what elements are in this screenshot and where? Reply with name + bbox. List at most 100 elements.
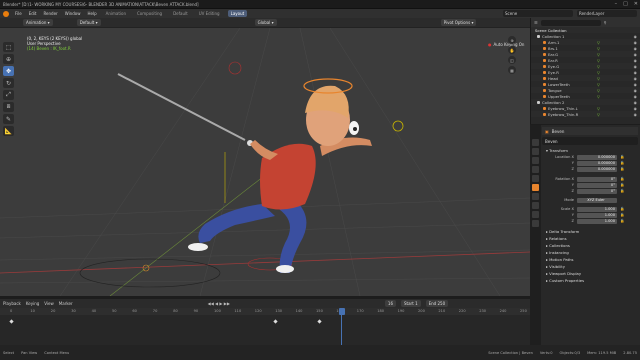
object-name-field[interactable]: Beven bbox=[542, 137, 638, 145]
lock-icon[interactable]: 🔓 bbox=[620, 161, 624, 165]
lock-icon[interactable]: 🔓 bbox=[620, 219, 624, 223]
orientation-dropdown[interactable]: Global ▾ bbox=[254, 19, 277, 26]
filter-icon[interactable]: ⚲ bbox=[604, 20, 607, 25]
start-frame-field[interactable]: Start 1 bbox=[401, 300, 421, 307]
timeline-menu-keying[interactable]: Keying bbox=[26, 301, 39, 306]
visibility-eye-icon[interactable]: ◉ bbox=[634, 76, 637, 81]
visibility-eye-icon[interactable]: ◉ bbox=[634, 88, 637, 93]
visibility-eye-icon[interactable]: ◉ bbox=[634, 46, 637, 51]
current-frame-field[interactable]: 16 bbox=[384, 300, 396, 307]
data-tab-icon[interactable] bbox=[532, 220, 539, 227]
3d-viewport[interactable] bbox=[0, 28, 530, 296]
visibility-eye-icon[interactable]: ◉ bbox=[634, 94, 637, 99]
lock-icon[interactable]: 🔓 bbox=[620, 213, 624, 217]
zoom-icon[interactable]: ⊕ bbox=[508, 36, 516, 44]
lock-icon[interactable]: 🔓 bbox=[620, 183, 624, 187]
pivot-dropdown[interactable]: Pivot Options ▾ bbox=[440, 19, 477, 26]
blender-logo-icon[interactable] bbox=[3, 10, 9, 17]
outliner-display-icon[interactable]: ☰ bbox=[534, 20, 538, 25]
grid-icon[interactable]: ▦ bbox=[508, 66, 516, 74]
playback-controls[interactable]: ◀◀ ◀ ▶ ▶▶ bbox=[208, 301, 230, 306]
transform-tool-icon[interactable]: ⧈ bbox=[3, 102, 14, 112]
visibility-eye-icon[interactable]: ◉ bbox=[634, 64, 637, 69]
output-tab-icon[interactable] bbox=[532, 157, 539, 164]
property-section-header[interactable]: ▸ Motion Paths bbox=[542, 256, 638, 263]
pan-icon[interactable]: ✋ bbox=[508, 46, 516, 54]
visibility-eye-icon[interactable]: ◉ bbox=[634, 82, 637, 87]
menu-render[interactable]: Render bbox=[42, 11, 58, 16]
annotate-tool-icon[interactable]: ✎ bbox=[3, 114, 14, 124]
measure-tool-icon[interactable]: 📐 bbox=[3, 126, 14, 136]
scale-z-field[interactable]: 1.000 bbox=[577, 218, 617, 224]
mode-dropdown[interactable]: Animation ▾ bbox=[23, 19, 53, 26]
constraint-tab-icon[interactable] bbox=[532, 211, 539, 218]
property-section-header[interactable]: ▸ Delta Transform bbox=[542, 228, 638, 235]
menu-help[interactable]: Help bbox=[86, 11, 97, 16]
visibility-eye-icon[interactable]: ◉ bbox=[634, 40, 637, 45]
tab-uv-editing[interactable]: UV Editing bbox=[196, 10, 223, 17]
modifier-tab-icon[interactable] bbox=[532, 193, 539, 200]
property-section-header[interactable]: ▸ Instancing bbox=[542, 249, 638, 256]
rotation-z-field[interactable]: 0° bbox=[577, 188, 617, 194]
timeline-menu-view[interactable]: View bbox=[44, 301, 54, 306]
minimize-icon[interactable]: – bbox=[615, 1, 618, 7]
render-tab-icon[interactable] bbox=[532, 148, 539, 155]
rotation-x-field[interactable]: 0° bbox=[577, 176, 617, 182]
visibility-eye-icon[interactable]: ◉ bbox=[634, 52, 637, 57]
timeline-menu-playback[interactable]: Playback bbox=[3, 301, 21, 306]
lock-icon[interactable]: 🔓 bbox=[620, 207, 624, 211]
scene-selector[interactable]: Scene bbox=[503, 10, 573, 17]
outliner-search-input[interactable] bbox=[540, 19, 601, 26]
frame-ruler[interactable]: 0102030405060708090100110120130140150160… bbox=[0, 308, 530, 315]
end-frame-field[interactable]: End 250 bbox=[425, 300, 449, 307]
lock-icon[interactable]: 🔓 bbox=[620, 189, 624, 193]
tab-default[interactable]: Default bbox=[170, 10, 191, 17]
timeline-menu-marker[interactable]: Marker bbox=[59, 301, 73, 306]
maximize-icon[interactable]: □ bbox=[623, 1, 628, 7]
menu-window[interactable]: Window bbox=[64, 11, 82, 16]
tool-tab-icon[interactable] bbox=[532, 139, 539, 146]
tab-layout[interactable]: Layout bbox=[227, 10, 248, 17]
camera-icon[interactable]: ◫ bbox=[508, 56, 516, 64]
visibility-eye-icon[interactable]: ◉ bbox=[634, 112, 637, 117]
menu-edit[interactable]: Edit bbox=[28, 11, 38, 16]
rotation-mode-dropdown[interactable]: XYZ Euler bbox=[577, 197, 617, 203]
scene-tab-icon[interactable] bbox=[532, 166, 539, 173]
rotation-y-field[interactable]: 0° bbox=[577, 182, 617, 188]
scale-x-field[interactable]: 1.000 bbox=[577, 206, 617, 212]
menu-file[interactable]: File bbox=[14, 11, 23, 16]
visibility-eye-icon[interactable]: ◉ bbox=[634, 58, 637, 63]
property-section-header[interactable]: ▸ Relations bbox=[542, 235, 638, 242]
pose-dropdown[interactable]: Default ▾ bbox=[76, 19, 101, 26]
property-section-header[interactable]: ▸ Collections bbox=[542, 242, 638, 249]
world-tab-icon[interactable] bbox=[532, 175, 539, 182]
cursor-tool-icon[interactable]: ⊕ bbox=[3, 54, 14, 64]
object-tab-icon[interactable] bbox=[532, 184, 539, 191]
visibility-eye-icon[interactable]: ◉ bbox=[634, 70, 637, 75]
location-y-field[interactable]: 0.000000 bbox=[577, 160, 617, 166]
property-section-header[interactable]: ▸ Custom Properties bbox=[542, 277, 638, 284]
property-section-header[interactable]: ▸ Viewport Display bbox=[542, 270, 638, 277]
location-z-field[interactable]: 0.000000 bbox=[577, 166, 617, 172]
outliner-row[interactable]: Eyebrow_Thin.R ▽ ◉ bbox=[531, 111, 640, 117]
property-section-header[interactable]: ▸ Visibility bbox=[542, 263, 638, 270]
transform-section-header[interactable]: ▾ Transform bbox=[542, 147, 638, 154]
visibility-eye-icon[interactable]: ◉ bbox=[634, 106, 637, 111]
close-icon[interactable]: ✕ bbox=[634, 1, 638, 7]
lock-icon[interactable]: 🔓 bbox=[620, 177, 624, 181]
location-x-field[interactable]: 0.000000 bbox=[577, 154, 617, 160]
tab-compositing[interactable]: Compositing bbox=[134, 10, 165, 17]
rotate-tool-icon[interactable]: ↻ bbox=[3, 78, 14, 88]
lock-icon[interactable]: 🔓 bbox=[620, 167, 624, 171]
visibility-eye-icon[interactable]: ◉ bbox=[634, 100, 637, 105]
tab-animation[interactable]: Animation bbox=[103, 10, 129, 17]
view-layer-selector[interactable]: RenderLayer bbox=[577, 10, 637, 17]
physics-tab-icon[interactable] bbox=[532, 202, 539, 209]
move-tool-icon[interactable]: ✥ bbox=[3, 66, 14, 76]
scale-tool-icon[interactable]: ⤢ bbox=[3, 90, 14, 100]
select-tool-icon[interactable]: ⬚ bbox=[3, 42, 14, 52]
scale-y-field[interactable]: 1.000 bbox=[577, 212, 617, 218]
visibility-eye-icon[interactable]: ◉ bbox=[634, 34, 637, 39]
playhead[interactable] bbox=[339, 308, 345, 315]
lock-icon[interactable]: 🔓 bbox=[620, 155, 624, 159]
